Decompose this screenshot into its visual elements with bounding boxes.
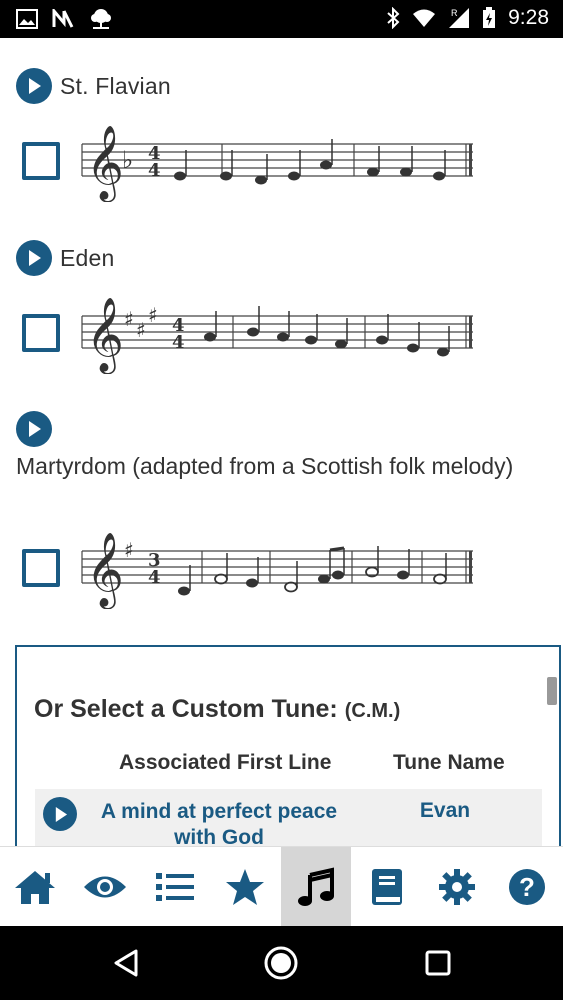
tune-checkbox[interactable] (22, 142, 60, 180)
play-button[interactable] (16, 240, 52, 276)
svg-text:4: 4 (148, 567, 161, 588)
tune-checkbox[interactable] (22, 314, 60, 352)
play-icon (29, 78, 41, 94)
custom-tune-row[interactable]: A mind at perfect peace with God Evan (35, 789, 542, 846)
music-staff: 𝄞 ♯ 3 4 (81, 533, 473, 609)
svg-text:𝄞: 𝄞 (86, 533, 124, 609)
tab-favorites[interactable] (210, 847, 280, 927)
music-icon (298, 867, 334, 906)
clock: 9:28 (508, 6, 549, 29)
bluetooth-icon (387, 7, 400, 29)
tune-header (16, 411, 52, 447)
scrollbar[interactable] (547, 677, 557, 705)
custom-tune-heading: Or Select a Custom Tune: (C.M.) (34, 695, 400, 724)
tune-header: Eden (16, 240, 115, 276)
meter-label: (C.M.) (344, 700, 401, 722)
tune-title: Martyrdom (adapted from a Scottish folk … (16, 453, 514, 479)
tune-checkbox[interactable] (22, 549, 60, 587)
home-nav-icon[interactable] (263, 945, 299, 981)
tune-selection-content[interactable]: St. Flavian 𝄞 ♭ 4 4 Eden 𝄞 ♯ ♯ ♯ 4 4 Mar… (0, 38, 563, 846)
svg-text:𝄞: 𝄞 (86, 126, 124, 202)
svg-text:R: R (451, 8, 458, 18)
svg-text:♯: ♯ (148, 303, 158, 327)
tree-icon (91, 9, 111, 29)
book-icon (372, 869, 402, 905)
custom-tune-title: Or Select a Custom Tune: (34, 695, 338, 723)
tab-book[interactable] (352, 847, 422, 927)
play-button[interactable] (16, 68, 52, 104)
battery-icon (483, 7, 496, 28)
tab-music[interactable] (281, 847, 351, 927)
wifi-icon (413, 9, 436, 27)
svg-text:♯: ♯ (136, 318, 146, 342)
music-staff: 𝄞 ♯ ♯ ♯ 4 4 (81, 298, 473, 374)
star-icon (226, 869, 264, 905)
home-icon (15, 871, 55, 904)
first-line-link[interactable]: A mind at perfect peace with God (99, 799, 339, 846)
svg-text:♯: ♯ (124, 307, 134, 331)
svg-text:𝄞: 𝄞 (86, 298, 124, 374)
gear-icon (439, 869, 475, 905)
signal-icon: R (449, 8, 470, 28)
help-icon: ? (509, 869, 545, 905)
tune-name-link[interactable]: Evan (365, 799, 525, 823)
svg-text:♯: ♯ (124, 538, 134, 562)
svg-text:4: 4 (172, 332, 185, 353)
column-header-tune-name: Tune Name (393, 751, 505, 774)
tab-view[interactable] (70, 847, 140, 927)
back-icon[interactable] (112, 948, 140, 978)
tab-list[interactable] (140, 847, 210, 927)
tune-header: St. Flavian (16, 68, 171, 104)
n-app-icon (52, 9, 74, 28)
status-bar: R 9:28 (0, 0, 563, 38)
system-navigation-bar (0, 926, 563, 1000)
recents-icon[interactable] (424, 949, 452, 977)
list-icon (156, 873, 194, 901)
play-icon (29, 250, 41, 266)
play-icon (55, 806, 67, 822)
svg-text:4: 4 (148, 160, 161, 181)
play-icon (29, 421, 41, 437)
tune-title: St. Flavian (60, 72, 171, 99)
image-icon (16, 9, 38, 29)
tab-home[interactable] (0, 847, 70, 927)
tune-title: Eden (60, 244, 115, 271)
column-header-first-line: Associated First Line (119, 751, 332, 774)
play-button[interactable] (43, 797, 77, 831)
eye-icon (84, 876, 126, 898)
tab-settings[interactable] (422, 847, 492, 927)
bottom-tab-bar: ? (0, 846, 563, 927)
play-button[interactable] (16, 411, 52, 447)
svg-text:♭: ♭ (122, 146, 133, 174)
custom-tune-panel: Or Select a Custom Tune: (C.M.) Associat… (15, 645, 561, 846)
music-staff: 𝄞 ♭ 4 4 (81, 126, 473, 202)
svg-text:?: ? (519, 872, 535, 902)
tab-help[interactable]: ? (492, 847, 562, 927)
